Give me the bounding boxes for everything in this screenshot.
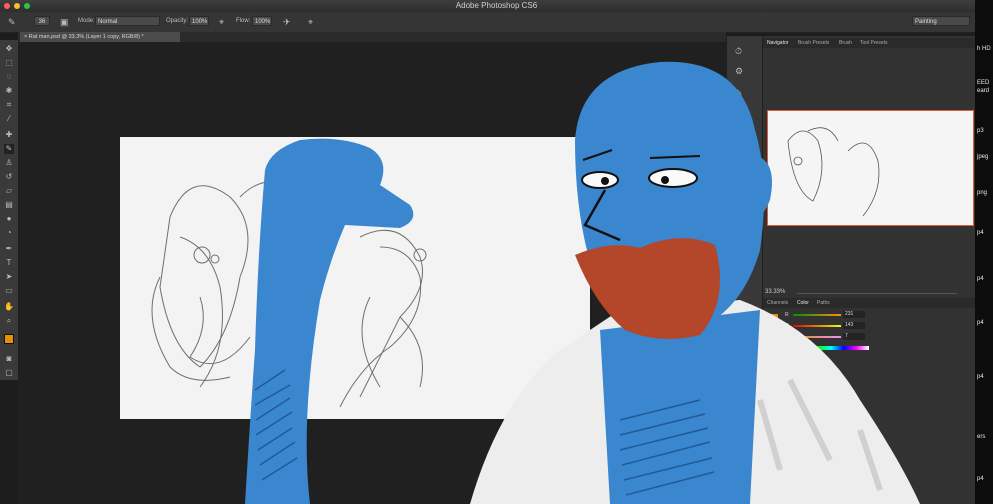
red-value[interactable]: 231 [843, 311, 865, 318]
red-slider[interactable] [793, 314, 841, 316]
panel-dock: Navigator Brush Presets Brush Tool Prese… [762, 36, 976, 504]
path-select-tool-icon[interactable]: ➤ [4, 272, 14, 282]
zoom-tool-icon[interactable]: ⌕ [4, 316, 14, 326]
crop-tool-icon[interactable]: ⌗ [4, 100, 14, 110]
sketch-artwork [151, 181, 427, 408]
flow-input[interactable]: 100% [252, 16, 272, 26]
green-slider[interactable] [793, 325, 841, 327]
tab-navigator[interactable]: Navigator [767, 38, 788, 48]
hand-tool-icon[interactable]: ✋ [4, 302, 14, 312]
airbrush-icon[interactable]: ✈ [283, 17, 291, 27]
color-panel-foreground-swatch[interactable] [771, 314, 778, 321]
green-value[interactable]: 143 [843, 322, 865, 329]
pressure-opacity-icon[interactable]: ⌖ [219, 17, 224, 27]
tab-channels[interactable]: Channels [767, 298, 788, 308]
tab-tool-presets[interactable]: Tool Presets [860, 38, 888, 48]
desktop-label[interactable]: p4 [977, 320, 984, 326]
blue-label: B [785, 334, 789, 340]
navigator-panel-tabs: Navigator Brush Presets Brush Tool Prese… [763, 38, 976, 48]
desktop-label[interactable]: png [977, 190, 987, 196]
brush-presets-panel-icon[interactable]: ✎ [735, 88, 743, 98]
healing-brush-tool-icon[interactable]: ✚ [4, 130, 14, 140]
color-spectrum-bar[interactable] [793, 346, 869, 350]
eraser-tool-icon[interactable]: ▱ [4, 186, 14, 196]
color-panel-tabs: Channels Color Paths [763, 298, 976, 308]
brush-size-picker[interactable]: 36 [34, 16, 50, 26]
brush-panel-toggle-icon[interactable]: ▣ [60, 17, 69, 27]
history-panel-icon[interactable]: ⏱ [735, 46, 742, 56]
mode-value: Normal [98, 19, 118, 25]
lasso-tool-icon[interactable]: ◌ [4, 72, 14, 82]
close-window-button[interactable] [4, 3, 10, 9]
tab-brush[interactable]: Brush [839, 38, 852, 48]
navigator-thumbnail[interactable] [767, 110, 974, 226]
red-label: R [785, 312, 789, 318]
properties-panel-icon[interactable]: ⚙ [735, 66, 743, 76]
desktop-label[interactable]: EED [977, 80, 989, 86]
blue-slider[interactable] [793, 336, 841, 338]
marquee-tool-icon[interactable]: ⬚ [4, 58, 14, 68]
pressure-size-icon[interactable]: ⌖ [308, 17, 313, 27]
desktop-label[interactable]: p4 [977, 230, 984, 236]
tab-paths[interactable]: Paths [817, 298, 830, 308]
blur-tool-icon[interactable]: ● [4, 214, 14, 224]
document-canvas[interactable] [120, 137, 590, 419]
collapsed-panel-strip: ⏱ ⚙ ✎ [726, 36, 763, 504]
desktop-label[interactable]: jpeg [977, 154, 988, 160]
options-bar: ✎ 36 ▣ Mode: Normal Opacity: 100% ⌖ Flow… [0, 12, 975, 33]
tab-brush-presets[interactable]: Brush Presets [798, 38, 829, 48]
color-sliders: R 231 G 143 B 7 [763, 310, 976, 350]
mode-label: Mode: [78, 18, 95, 24]
workspace-dropdown[interactable]: Painting [912, 16, 970, 26]
shape-tool-icon[interactable]: ▭ [4, 286, 14, 296]
pen-tool-icon[interactable]: ✒ [4, 244, 14, 254]
navigator-zoom-slider[interactable] [797, 293, 957, 294]
brush-tool-icon[interactable]: ✎ [8, 17, 16, 27]
opacity-value: 100% [192, 19, 208, 25]
flow-label: Flow: [236, 18, 251, 24]
workspace-value: Painting [915, 19, 937, 25]
minimize-window-button[interactable] [14, 3, 20, 9]
navigator-zoom-row: 33.33% [763, 288, 976, 298]
blue-value[interactable]: 7 [843, 333, 865, 340]
foreground-color-swatch[interactable] [4, 334, 14, 344]
desktop-label[interactable]: eard [977, 88, 989, 94]
desktop-label[interactable]: p3 [977, 128, 984, 134]
clone-stamp-tool-icon[interactable]: ♙ [4, 158, 14, 168]
dodge-tool-icon[interactable]: ◔ [4, 228, 14, 238]
desktop-label[interactable]: ers [977, 434, 985, 440]
desktop-label[interactable]: h HD [977, 46, 991, 52]
screen-mode-icon[interactable]: ▢ [4, 368, 14, 378]
desktop-label[interactable]: p4 [977, 276, 984, 282]
window-title: Adobe Photoshop CS6 [455, 1, 538, 10]
navigator-preview [787, 127, 880, 217]
gradient-tool-icon[interactable]: ▤ [4, 200, 14, 210]
document-tab-label: Rat man.psd @ 33.3% (Layer 1 copy, RGB/8… [28, 34, 144, 40]
quick-select-tool-icon[interactable]: ✱ [4, 86, 14, 96]
title-bar: Adobe Photoshop CS6 [0, 0, 993, 12]
brush-tool-icon[interactable]: ✎ [4, 144, 14, 154]
quick-mask-icon[interactable]: ◙ [4, 354, 14, 364]
zoom-window-button[interactable] [24, 3, 30, 9]
eyedropper-tool-icon[interactable]: ⁄ [4, 114, 14, 124]
opacity-input[interactable]: 100% [189, 16, 209, 26]
green-label: G [785, 323, 789, 329]
type-tool-icon[interactable]: T [4, 258, 14, 268]
flow-value: 100% [255, 19, 271, 25]
brush-size-value: 36 [38, 19, 46, 25]
mode-dropdown[interactable]: Normal [95, 16, 160, 26]
tab-color[interactable]: Color [797, 298, 809, 308]
tools-panel: ✥ ⬚ ◌ ✱ ⌗ ⁄ ✚ ✎ ♙ ↺ ▱ ▤ ● ◔ ✒ T ➤ ▭ ✋ ⌕ … [0, 40, 19, 380]
move-tool-icon[interactable]: ✥ [4, 44, 14, 54]
document-tab[interactable]: × Rat man.psd @ 33.3% (Layer 1 copy, RGB… [20, 32, 180, 42]
history-brush-tool-icon[interactable]: ↺ [4, 172, 14, 182]
opacity-label: Opacity: [166, 18, 189, 24]
navigator-zoom-value[interactable]: 33.33% [765, 289, 785, 295]
desktop-label[interactable]: p4 [977, 476, 984, 482]
desktop-label[interactable]: p4 [977, 374, 984, 380]
desktop-background: h HD EED eard p3 jpeg png p4 p4 p4 p4 er… [975, 0, 993, 504]
